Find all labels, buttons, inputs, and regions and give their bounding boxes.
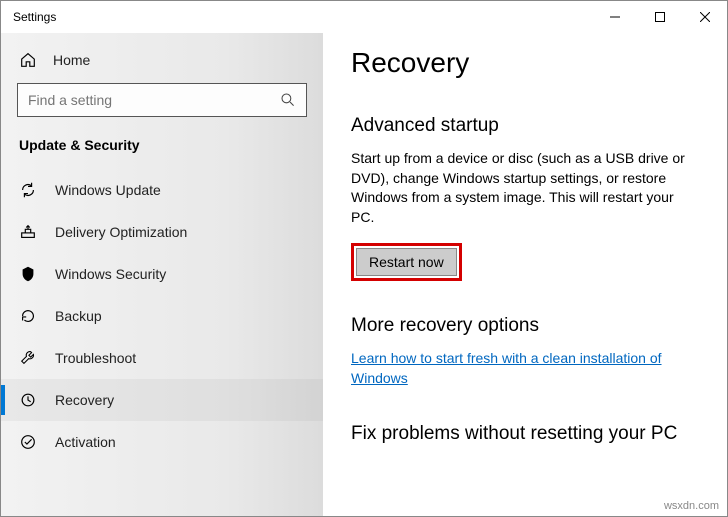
search-icon [280, 92, 296, 108]
close-icon [700, 12, 710, 22]
nav-item-windows-security[interactable]: Windows Security [1, 253, 323, 295]
nav-label: Recovery [55, 392, 114, 408]
restart-now-button[interactable]: Restart now [356, 248, 457, 276]
nav-label: Backup [55, 308, 102, 324]
nav-label: Windows Update [55, 182, 161, 198]
sidebar: Home Update & Security Windows Update [1, 33, 323, 516]
watermark: wsxdn.com [664, 500, 719, 512]
window-body: Home Update & Security Windows Update [1, 33, 727, 516]
nav-item-backup[interactable]: Backup [1, 295, 323, 337]
category-heading: Update & Security [1, 135, 323, 169]
nav-label: Activation [55, 434, 116, 450]
nav-item-activation[interactable]: Activation [1, 421, 323, 463]
advanced-startup-body: Start up from a device or disc (such as … [351, 149, 699, 227]
nav-label: Delivery Optimization [55, 224, 187, 240]
minimize-icon [610, 12, 620, 22]
home-label: Home [53, 52, 90, 68]
delivery-icon [19, 223, 37, 241]
nav-label: Troubleshoot [55, 350, 136, 366]
close-button[interactable] [682, 1, 727, 33]
nav-list: Windows Update Delivery Optimization Win… [1, 169, 323, 463]
shield-icon [19, 265, 37, 283]
minimize-button[interactable] [592, 1, 637, 33]
nav-label: Windows Security [55, 266, 166, 282]
settings-window: Settings Home [0, 0, 728, 517]
nav-item-troubleshoot[interactable]: Troubleshoot [1, 337, 323, 379]
recovery-icon [19, 391, 37, 409]
backup-icon [19, 307, 37, 325]
fix-problems-heading: Fix problems without resetting your PC [351, 423, 699, 445]
content-pane: Recovery Advanced startup Start up from … [323, 33, 727, 516]
window-title: Settings [13, 10, 56, 24]
maximize-icon [655, 12, 665, 22]
sync-icon [19, 181, 37, 199]
search-input[interactable] [28, 92, 256, 108]
wrench-icon [19, 349, 37, 367]
titlebar-controls [592, 1, 727, 33]
fresh-install-link[interactable]: Learn how to start fresh with a clean in… [351, 349, 699, 388]
search-box[interactable] [17, 83, 307, 117]
restart-highlight: Restart now [351, 243, 462, 281]
advanced-startup-heading: Advanced startup [351, 115, 699, 137]
check-icon [19, 433, 37, 451]
titlebar: Settings [1, 1, 727, 33]
more-recovery-heading: More recovery options [351, 315, 699, 337]
home-link[interactable]: Home [1, 43, 323, 83]
nav-item-recovery[interactable]: Recovery [1, 379, 323, 421]
maximize-button[interactable] [637, 1, 682, 33]
nav-item-windows-update[interactable]: Windows Update [1, 169, 323, 211]
home-icon [19, 51, 37, 69]
page-title: Recovery [351, 47, 699, 79]
nav-item-delivery-optimization[interactable]: Delivery Optimization [1, 211, 323, 253]
